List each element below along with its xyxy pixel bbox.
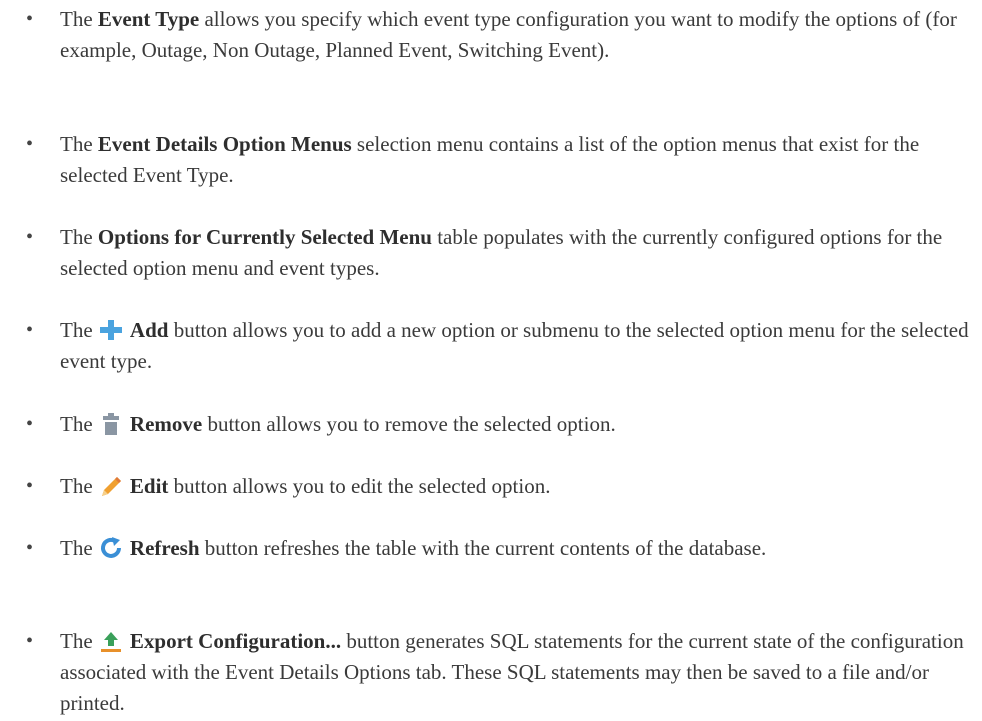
item-text: The Options for Currently Selected Menu … [60, 225, 943, 280]
pencil-icon [98, 474, 124, 498]
item-text: The Export Configuration... button gener… [60, 629, 964, 715]
item-text: The Event Details Option Menus selection… [60, 132, 920, 187]
bullet: • [26, 475, 34, 497]
item-text: The Remove button allows you to remove t… [60, 412, 616, 436]
term-refresh: Refresh [129, 536, 200, 560]
trash-icon [98, 412, 124, 436]
term-add: Add [129, 318, 169, 342]
bullet: • [26, 226, 34, 248]
bullet: • [26, 630, 34, 652]
term-export: Export Configuration... [129, 629, 342, 653]
term-edit: Edit [129, 474, 169, 498]
bullet: • [26, 133, 34, 155]
term-option-menus: Event Details Option Menus [97, 132, 352, 156]
item-text: The Refresh button refreshes the table w… [60, 536, 767, 560]
term-event-type: Event Type [97, 7, 200, 31]
export-icon [98, 629, 124, 653]
bullet: • [26, 537, 34, 559]
term-options-table: Options for Currently Selected Menu [97, 225, 432, 249]
plus-icon [98, 318, 124, 342]
term-remove: Remove [129, 412, 203, 436]
item-text: The Edit button allows you to edit the s… [60, 474, 551, 498]
refresh-icon [98, 536, 124, 560]
item-text: The Event Type allows you specify which … [60, 7, 957, 62]
bullet: • [26, 319, 34, 341]
bullet: • [26, 8, 34, 30]
bullet: • [26, 413, 34, 435]
item-text: The Add button allows you to add a new o… [60, 318, 969, 373]
